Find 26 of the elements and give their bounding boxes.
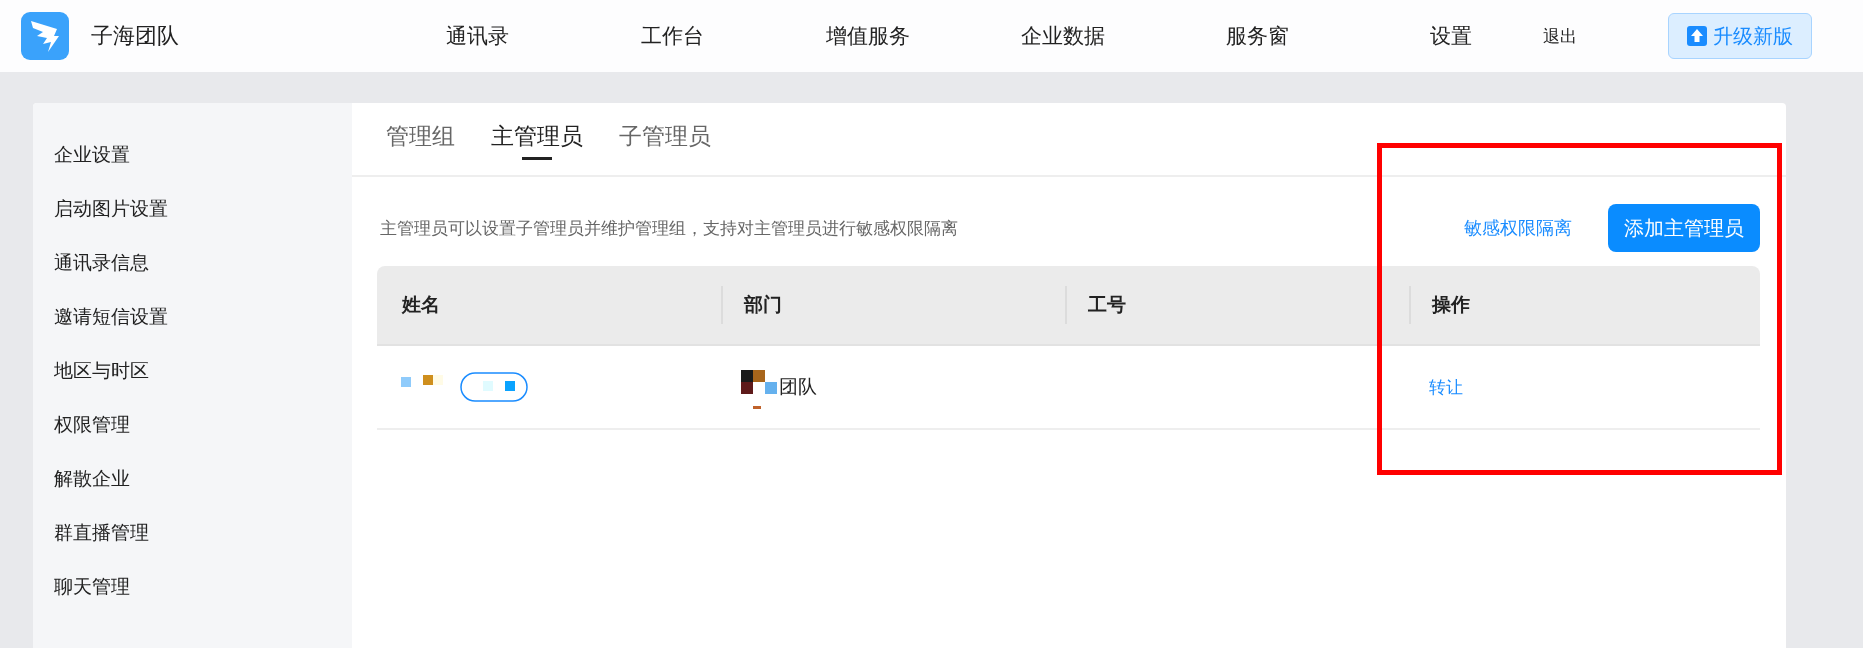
- nav-link[interactable]: 工作台: [575, 22, 770, 50]
- sidebar-item[interactable]: 通讯录信息: [33, 250, 352, 304]
- sidebar-item[interactable]: 聊天管理: [33, 574, 352, 628]
- nav-link[interactable]: 企业数据: [965, 22, 1160, 50]
- sidebar-item[interactable]: 企业设置: [33, 142, 352, 196]
- sidebar-item[interactable]: 邀请短信设置: [33, 304, 352, 358]
- sidebar-item[interactable]: 权限管理: [33, 412, 352, 466]
- tab[interactable]: 管理组: [386, 103, 455, 175]
- sidebar-item[interactable]: 地区与时区: [33, 358, 352, 412]
- column-header: 操作: [1432, 292, 1470, 317]
- column-header: 工号: [1088, 292, 1126, 317]
- tab[interactable]: 子管理员: [619, 103, 711, 175]
- logout-link[interactable]: 退出: [1543, 24, 1618, 48]
- org-name: 子海团队: [91, 22, 179, 50]
- logo-icon: [21, 12, 69, 60]
- description-text: 主管理员可以设置子管理员并维护管理组，支持对主管理员进行敏感权限隔离: [380, 216, 958, 240]
- nav-link[interactable]: 增值服务: [770, 22, 965, 50]
- sidebar-item[interactable]: 解散企业: [33, 466, 352, 520]
- nav-link[interactable]: 设置: [1379, 22, 1523, 50]
- sidebar-item[interactable]: 启动图片设置: [33, 196, 352, 250]
- nav-link[interactable]: 通讯录: [380, 22, 575, 50]
- column-header: 姓名: [402, 292, 440, 317]
- column-header: 部门: [744, 292, 782, 317]
- table-cell-text: 团队: [779, 374, 817, 399]
- nav-link[interactable]: 服务窗: [1160, 22, 1355, 50]
- sidebar-item[interactable]: 群直播管理: [33, 520, 352, 574]
